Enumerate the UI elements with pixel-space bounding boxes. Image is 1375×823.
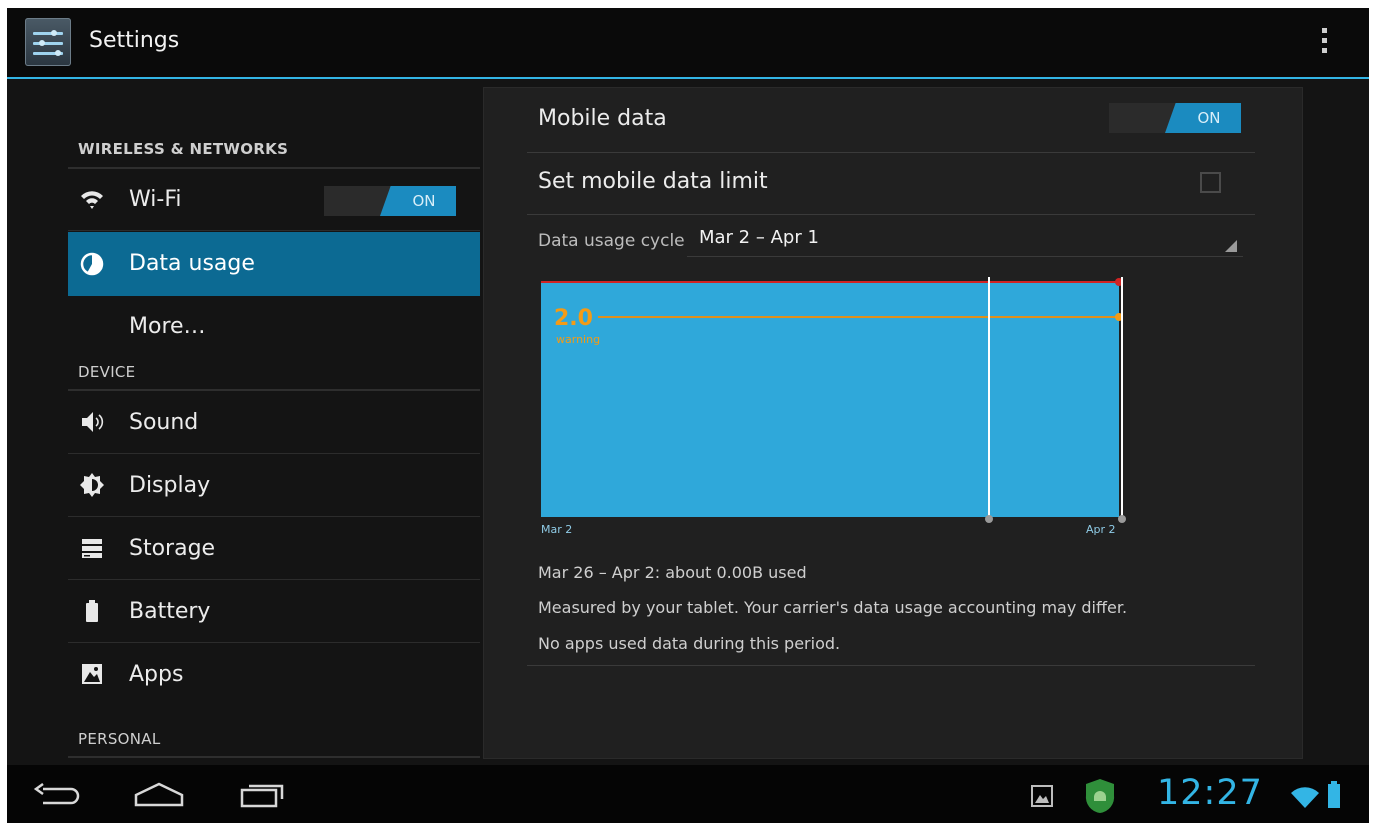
sidebar-item-apps[interactable]: Apps xyxy=(68,644,480,706)
data-usage-detail: Mobile data ON Set mobile data limit Dat… xyxy=(483,87,1303,759)
system-nav-bar: 12:27 xyxy=(7,765,1369,823)
action-bar: Settings xyxy=(7,8,1369,78)
app-title: Settings xyxy=(89,28,180,53)
section-header-personal: PERSONAL xyxy=(78,730,161,748)
row-divider xyxy=(527,665,1255,666)
mobile-data-toggle[interactable]: ON xyxy=(1109,103,1241,133)
wifi-toggle-label: ON xyxy=(412,192,436,210)
warning-value: 2.0 xyxy=(554,306,593,331)
range-end-handle[interactable] xyxy=(1118,515,1126,523)
gallery-notification-icon[interactable] xyxy=(1031,785,1053,807)
sidebar-item-storage[interactable]: Storage xyxy=(68,518,480,580)
row-divider xyxy=(527,152,1255,153)
sidebar-item-data-usage[interactable]: Data usage xyxy=(68,232,480,296)
home-icon[interactable] xyxy=(133,781,185,809)
screen: Settings WIRELESS & NETWORKS Wi-Fi ON Da… xyxy=(7,8,1369,823)
sidebar-item-label: Battery xyxy=(129,599,211,624)
data-limit-label[interactable]: Set mobile data limit xyxy=(538,169,768,194)
section-header-wireless: WIRELESS & NETWORKS xyxy=(78,140,289,158)
status-clock[interactable]: 12:27 xyxy=(1157,773,1263,813)
no-apps-message: No apps used data during this period. xyxy=(538,634,841,653)
sidebar-item-label: Wi-Fi xyxy=(129,187,182,212)
wifi-signal-icon xyxy=(1291,787,1319,808)
x-start-label: Mar 2 xyxy=(541,523,572,536)
recent-apps-icon[interactable] xyxy=(239,781,287,809)
carrier-disclaimer: Measured by your tablet. Your carrier's … xyxy=(538,598,1128,617)
section-divider xyxy=(68,389,480,391)
sidebar-item-display[interactable]: Display xyxy=(68,455,480,517)
usage-summary: Mar 26 – Apr 2: about 0.00B used xyxy=(538,563,807,582)
settings-app-icon[interactable] xyxy=(25,18,71,66)
sidebar-item-wifi[interactable]: Wi-Fi ON xyxy=(68,169,480,231)
sidebar-item-label: Storage xyxy=(129,536,216,561)
row-divider xyxy=(527,214,1255,215)
cycle-label: Data usage cycle xyxy=(538,231,685,251)
cycle-value: Mar 2 – Apr 1 xyxy=(699,227,819,248)
section-header-device: DEVICE xyxy=(78,363,136,381)
sidebar-item-label: More… xyxy=(129,314,206,339)
sidebar-item-battery[interactable]: Battery xyxy=(68,581,480,643)
speaker-icon xyxy=(82,412,104,432)
range-start-handle[interactable] xyxy=(985,515,993,523)
settings-list: WIRELESS & NETWORKS Wi-Fi ON Data usage … xyxy=(7,79,483,765)
sidebar-item-label: Display xyxy=(129,473,211,498)
content-area: WIRELESS & NETWORKS Wi-Fi ON Data usage … xyxy=(7,79,1369,765)
battery-status-icon xyxy=(1328,781,1340,808)
overflow-menu-icon[interactable] xyxy=(1317,28,1331,60)
wifi-icon xyxy=(81,191,103,209)
mobile-data-toggle-label: ON xyxy=(1197,109,1221,127)
sidebar-item-label: Sound xyxy=(129,410,199,435)
sidebar-item-more[interactable]: More… xyxy=(68,296,480,358)
apps-icon xyxy=(82,664,102,684)
battery-icon xyxy=(86,600,98,622)
data-usage-icon xyxy=(80,252,104,276)
data-usage-chart[interactable]: 2.0 warning Mar 2 Apr 2 xyxy=(538,277,1140,545)
warning-label: warning xyxy=(556,333,600,346)
storage-icon xyxy=(82,539,102,558)
wifi-toggle[interactable]: ON xyxy=(324,186,456,216)
back-icon[interactable] xyxy=(33,783,81,809)
data-limit-checkbox[interactable] xyxy=(1200,172,1221,193)
sidebar-item-label: Data usage xyxy=(129,251,255,276)
sidebar-item-sound[interactable]: Sound xyxy=(68,392,480,454)
brightness-icon xyxy=(80,473,104,497)
mobile-data-label: Mobile data xyxy=(538,106,667,131)
x-end-label: Apr 2 xyxy=(1086,523,1116,536)
section-divider xyxy=(68,756,480,758)
sidebar-item-label: Apps xyxy=(129,662,184,687)
cycle-dropdown[interactable]: Mar 2 – Apr 1 xyxy=(687,222,1243,257)
dropdown-arrow-icon xyxy=(1225,240,1237,252)
shield-icon[interactable] xyxy=(1083,777,1117,815)
